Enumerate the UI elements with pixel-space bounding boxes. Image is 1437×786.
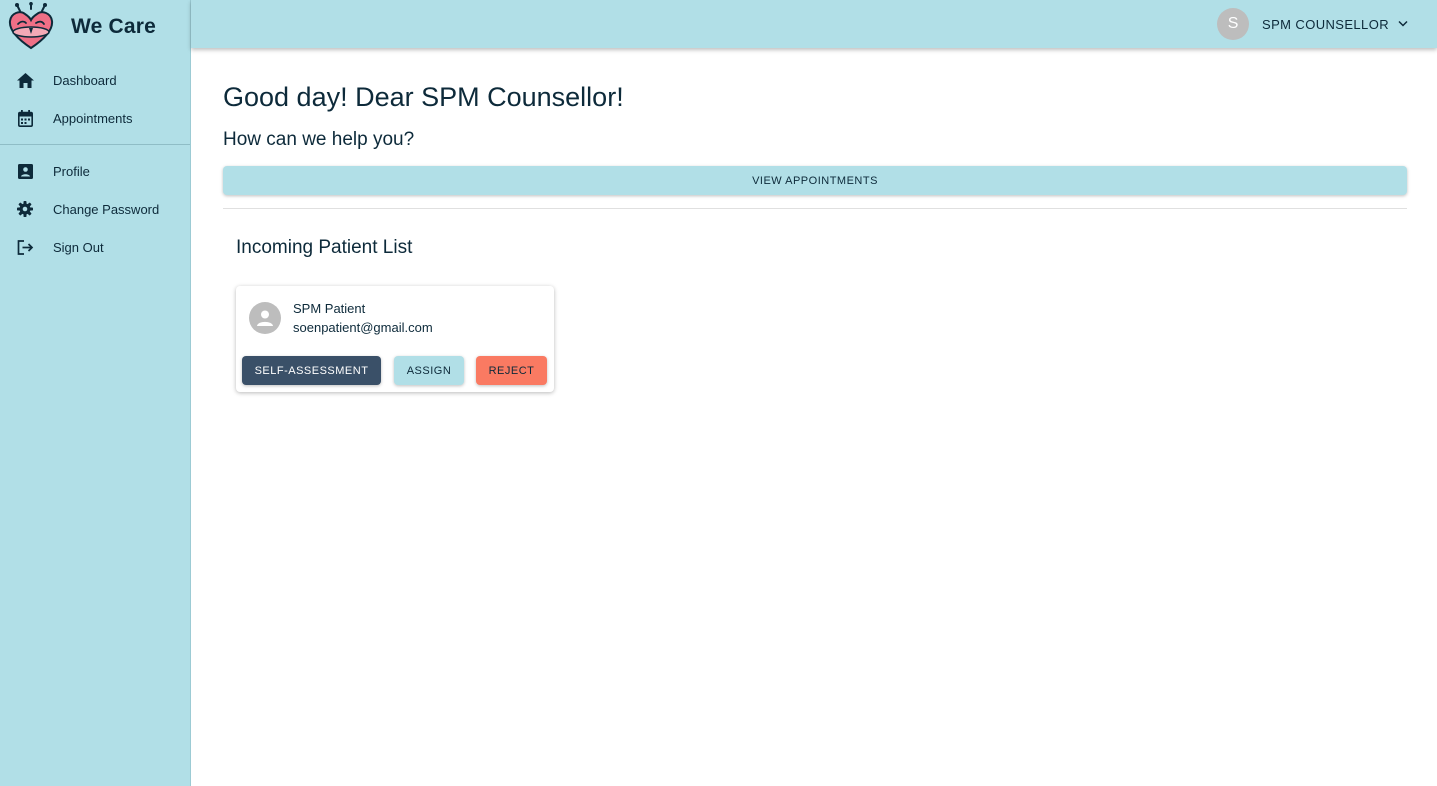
app-title: We Care — [71, 15, 157, 38]
profile-card-icon — [16, 162, 34, 180]
home-icon — [16, 71, 34, 89]
top-app-bar: S SPM COUNSELLOR — [191, 0, 1437, 48]
sidebar-item-label: Profile — [53, 163, 90, 179]
patient-email: soenpatient@gmail.com — [293, 320, 433, 335]
calendar-icon — [16, 109, 34, 127]
sidebar-item-profile[interactable]: Profile — [0, 152, 190, 190]
divider — [223, 208, 1407, 209]
sidebar-secondary-nav: Profile Change Password Sign Out — [0, 152, 190, 266]
user-menu-button[interactable]: S SPM COUNSELLOR — [1217, 8, 1409, 40]
sidebar-item-label: Appointments — [53, 110, 133, 126]
sidebar-item-label: Change Password — [53, 201, 160, 217]
reject-button[interactable]: REJECT — [476, 356, 547, 385]
person-icon — [249, 302, 281, 334]
user-name: SPM COUNSELLOR — [1262, 16, 1389, 32]
sidebar-item-dashboard[interactable]: Dashboard — [0, 61, 190, 99]
sidebar-item-appointments[interactable]: Appointments — [0, 99, 190, 137]
gear-icon — [16, 200, 34, 218]
sidebar-divider — [0, 144, 190, 145]
assign-button[interactable]: ASSIGN — [394, 356, 464, 385]
brand[interactable]: We Care — [8, 2, 156, 52]
sidebar-item-label: Sign Out — [53, 239, 104, 255]
sidebar-primary-nav: Dashboard Appointments — [0, 61, 190, 137]
sign-out-icon — [16, 238, 34, 256]
chevron-down-icon — [1397, 18, 1409, 30]
page-subtitle: How can we help you? — [223, 129, 415, 150]
page-title: Good day! Dear SPM Counsellor! — [223, 82, 624, 112]
patient-card: SPM Patient soenpatient@gmail.com SELF-A… — [236, 286, 554, 392]
self-assessment-button[interactable]: SELF-ASSESSMENT — [242, 356, 381, 385]
sidebar: We Care Dashboard Appointments Profile C… — [0, 0, 191, 786]
sidebar-item-label: Dashboard — [53, 72, 117, 88]
patient-name: SPM Patient — [293, 301, 366, 316]
sidebar-item-sign-out[interactable]: Sign Out — [0, 228, 190, 266]
sidebar-item-change-password[interactable]: Change Password — [0, 190, 190, 228]
avatar: S — [1217, 8, 1250, 40]
heart-logo-icon — [8, 2, 54, 50]
view-appointments-button[interactable]: VIEW APPOINTMENTS — [223, 166, 1407, 195]
incoming-patient-list-title: Incoming Patient List — [236, 237, 413, 258]
